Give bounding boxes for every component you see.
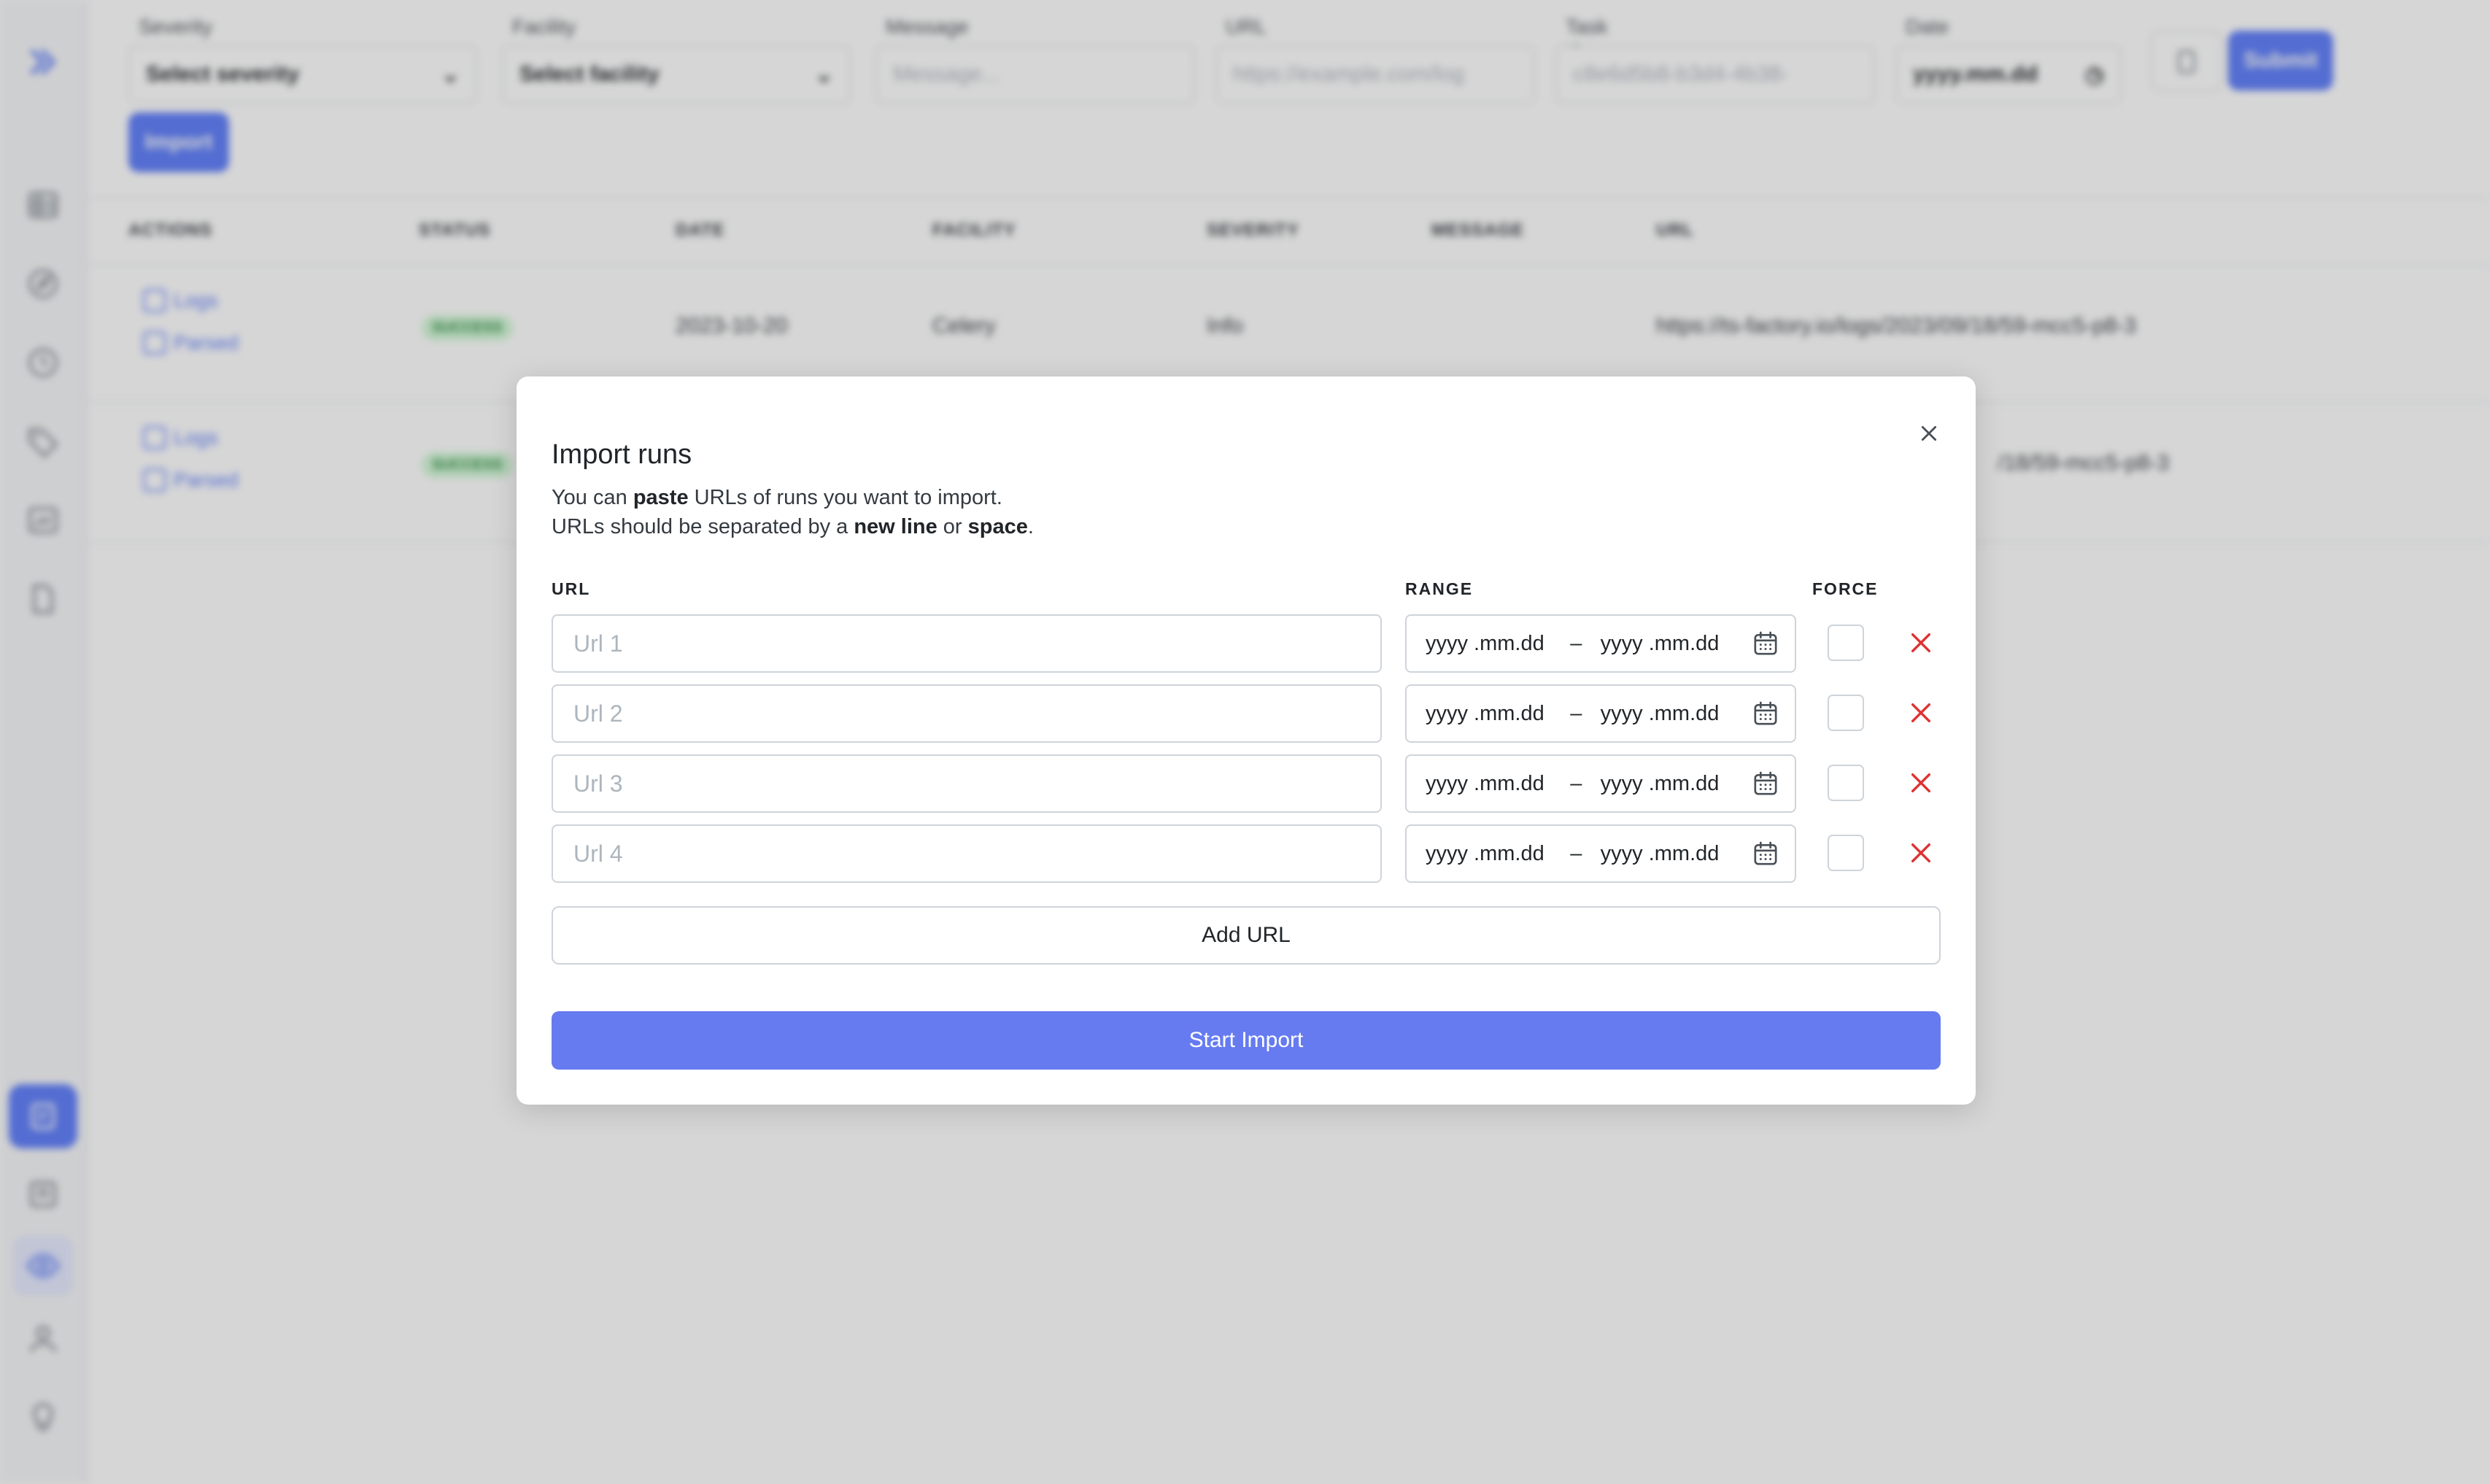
range-from: yyyy .mm.dd bbox=[1426, 631, 1544, 655]
force-checkbox-1[interactable] bbox=[1828, 625, 1864, 661]
close-icon bbox=[1921, 425, 1937, 441]
close-button[interactable] bbox=[1906, 410, 1952, 457]
force-checkbox-3[interactable] bbox=[1828, 765, 1864, 801]
date-range-picker-3[interactable]: yyyy .mm.dd – yyyy .mm.dd bbox=[1405, 754, 1796, 813]
remove-url-button-4[interactable] bbox=[1903, 835, 1939, 871]
add-url-button[interactable]: Add URL bbox=[552, 906, 1941, 965]
remove-url-button-3[interactable] bbox=[1903, 765, 1939, 801]
url-input-4[interactable] bbox=[552, 824, 1382, 883]
remove-url-button-2[interactable] bbox=[1903, 695, 1939, 731]
range-to: yyyy .mm.dd bbox=[1600, 701, 1720, 725]
import-runs-modal: Import runs You can paste URLs of runs y… bbox=[517, 376, 1976, 1105]
date-range-picker-1[interactable]: yyyy .mm.dd – yyyy .mm.dd bbox=[1405, 614, 1796, 673]
start-import-button[interactable]: Start Import bbox=[552, 1011, 1941, 1070]
close-icon bbox=[1911, 633, 1931, 653]
force-column-label: FORCE bbox=[1812, 579, 1879, 598]
range-from: yyyy .mm.dd bbox=[1426, 771, 1544, 795]
calendar-icon[interactable] bbox=[1751, 839, 1780, 868]
range-column-label: RANGE bbox=[1405, 579, 1474, 598]
calendar-icon[interactable] bbox=[1751, 769, 1780, 798]
url-input-1[interactable] bbox=[552, 614, 1382, 673]
close-icon bbox=[1911, 703, 1931, 723]
url-input-3[interactable] bbox=[552, 754, 1382, 813]
url-input-2[interactable] bbox=[552, 684, 1382, 743]
range-separator: – bbox=[1570, 841, 1582, 865]
range-to: yyyy .mm.dd bbox=[1600, 631, 1720, 655]
force-checkbox-2[interactable] bbox=[1828, 695, 1864, 731]
description-line-2: URLs should be separated by a new line o… bbox=[552, 515, 1034, 538]
force-checkbox-4[interactable] bbox=[1828, 835, 1864, 871]
range-separator: – bbox=[1570, 631, 1582, 655]
range-to: yyyy .mm.dd bbox=[1600, 841, 1720, 865]
range-separator: – bbox=[1570, 701, 1582, 725]
close-icon bbox=[1911, 773, 1931, 793]
remove-url-button-1[interactable] bbox=[1903, 625, 1939, 661]
description-line-1: You can paste URLs of runs you want to i… bbox=[552, 486, 1002, 509]
range-to: yyyy .mm.dd bbox=[1600, 771, 1720, 795]
range-from: yyyy .mm.dd bbox=[1426, 701, 1544, 725]
close-icon bbox=[1911, 843, 1931, 863]
date-range-picker-2[interactable]: yyyy .mm.dd – yyyy .mm.dd bbox=[1405, 684, 1796, 743]
calendar-icon[interactable] bbox=[1751, 699, 1780, 728]
url-column-label: URL bbox=[552, 579, 591, 598]
range-separator: – bbox=[1570, 771, 1582, 795]
modal-title: Import runs bbox=[552, 439, 692, 470]
date-range-picker-4[interactable]: yyyy .mm.dd – yyyy .mm.dd bbox=[1405, 824, 1796, 883]
calendar-icon[interactable] bbox=[1751, 629, 1780, 658]
range-from: yyyy .mm.dd bbox=[1426, 841, 1544, 865]
